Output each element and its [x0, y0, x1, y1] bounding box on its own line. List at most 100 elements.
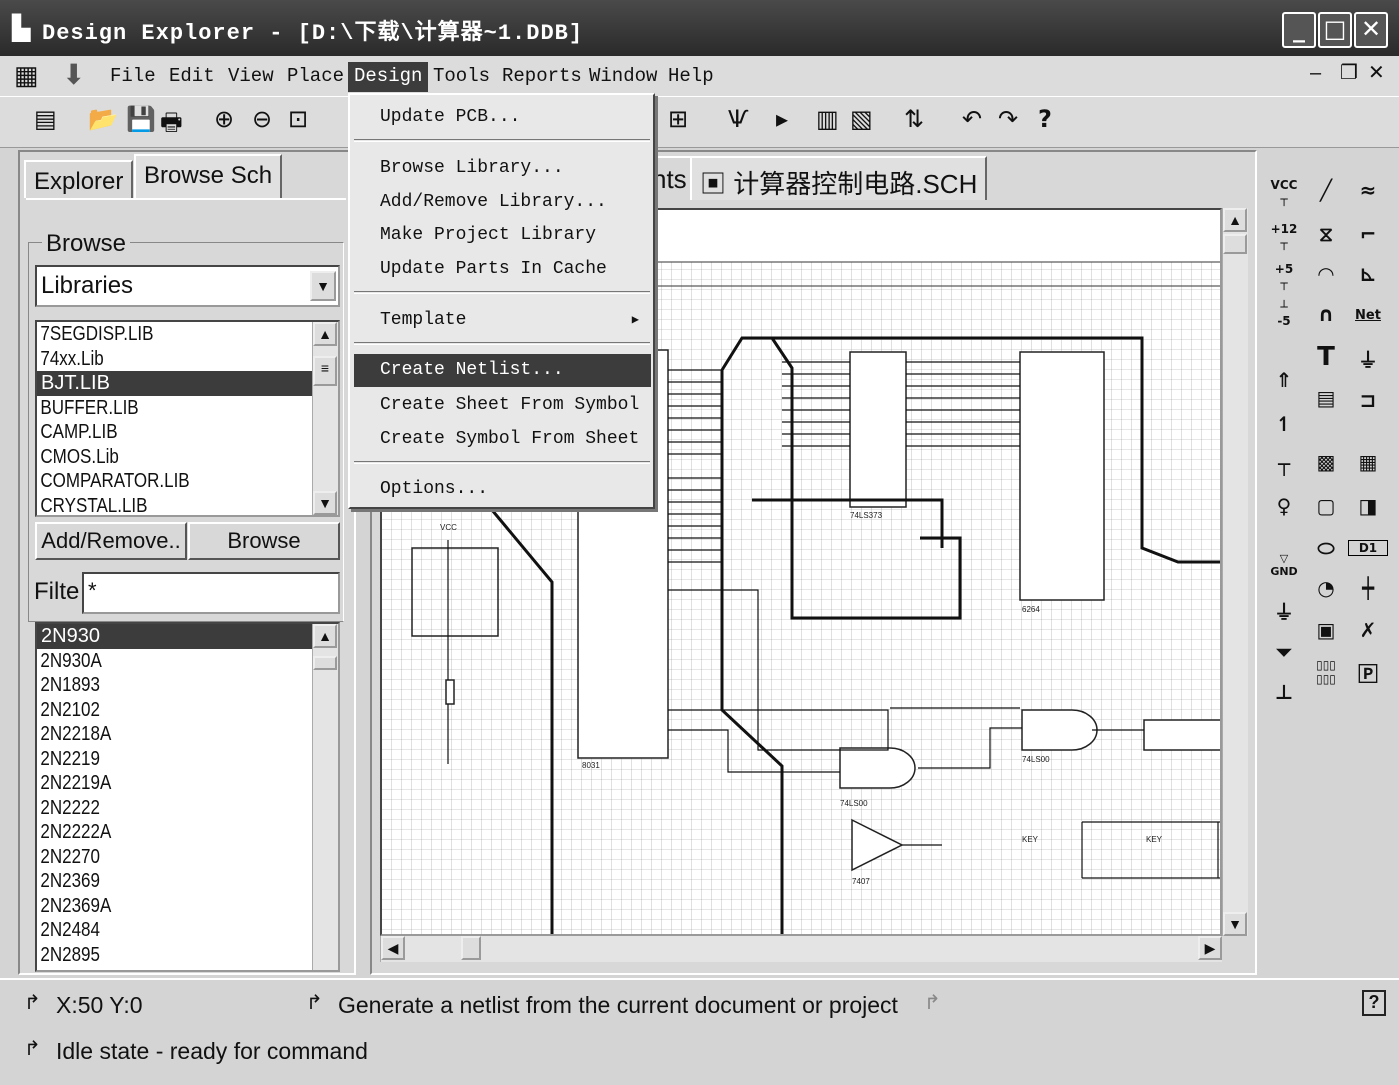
- vcc-power-icon[interactable]: VCC ┬: [1264, 178, 1304, 206]
- list-item[interactable]: CAMP.LIB: [37, 420, 273, 445]
- doc-minimize-icon[interactable]: –: [1310, 62, 1321, 85]
- menu-file[interactable]: File: [104, 62, 162, 92]
- bus-entry-icon[interactable]: ≈: [1348, 178, 1388, 202]
- list-item[interactable]: 2N2369: [37, 869, 273, 894]
- list-item[interactable]: 2N2270: [37, 845, 273, 870]
- chevron-down-icon[interactable]: ▼: [310, 271, 336, 301]
- menu-design[interactable]: Design: [348, 62, 429, 92]
- browse-select[interactable]: Libraries ▼: [35, 265, 340, 307]
- text-icon[interactable]: T: [1306, 342, 1346, 372]
- pcb-layout-icon[interactable]: 🄿: [1348, 658, 1388, 687]
- wave-power-icon[interactable]: ↿: [1264, 412, 1304, 436]
- design-manager-icon[interactable]: ▤: [34, 105, 57, 133]
- ground-icon[interactable]: ⏚: [1348, 344, 1388, 373]
- menu-help[interactable]: Help: [662, 62, 720, 92]
- list-item[interactable]: 2N2102: [37, 698, 273, 723]
- junction-icon[interactable]: ┿: [1348, 576, 1388, 600]
- line-icon[interactable]: ╱: [1306, 178, 1346, 202]
- doc-close-icon[interactable]: ✕: [1368, 60, 1385, 85]
- arrow-power-icon[interactable]: ⇑: [1264, 368, 1304, 392]
- open-folder-icon[interactable]: 📂: [88, 105, 118, 133]
- close-button[interactable]: ✕: [1354, 12, 1388, 48]
- menu-reports[interactable]: Reports: [496, 62, 588, 92]
- bezier-icon[interactable]: ∩: [1306, 302, 1346, 326]
- zoom-out-icon[interactable]: ⊖: [252, 105, 272, 133]
- scroll-left-icon[interactable]: ◀: [381, 936, 405, 960]
- graphic-icon[interactable]: ▣: [1306, 618, 1346, 642]
- menu-item-template[interactable]: Template ▶: [354, 304, 651, 337]
- sheet-entry-icon[interactable]: ◨: [1348, 494, 1388, 518]
- port-icon[interactable]: D1: [1348, 540, 1388, 556]
- array-icon[interactable]: ▯▯▯ ▯▯▯: [1306, 658, 1346, 686]
- list-item[interactable]: 2N2218A: [37, 722, 273, 747]
- scroll-thumb[interactable]: [313, 656, 337, 670]
- list-item[interactable]: COMPARATOR.LIB: [37, 469, 273, 494]
- help-icon[interactable]: ?: [1362, 990, 1386, 1016]
- list-item[interactable]: 2N2369A: [37, 894, 273, 919]
- list-item[interactable]: BJT.LIB: [37, 371, 315, 396]
- menu-item-update-pcb[interactable]: Update PCB...: [354, 101, 651, 134]
- doc-restore-icon[interactable]: ❐: [1340, 60, 1358, 85]
- zoom-fit-icon[interactable]: ⊡: [288, 105, 308, 133]
- list-item[interactable]: 2N930A: [37, 649, 273, 674]
- print-icon[interactable]: 🖶: [160, 105, 183, 146]
- menu-item-update-parts-in-cache[interactable]: Update Parts In Cache: [354, 253, 651, 286]
- scroll-up-icon[interactable]: ▲: [1223, 208, 1247, 232]
- library-scrollbar[interactable]: ▲ ≡ ▼: [312, 322, 338, 515]
- scroll-up-icon[interactable]: ▲: [313, 624, 337, 648]
- list-item[interactable]: 7SEGDISP.LIB: [37, 322, 273, 347]
- zoom-in-icon[interactable]: ⊕: [214, 105, 234, 133]
- rectangle-icon[interactable]: ▩: [1306, 450, 1346, 474]
- scroll-up-icon[interactable]: ▲: [313, 322, 337, 346]
- arc-icon[interactable]: ◠: [1306, 262, 1346, 286]
- tab-browse-sch[interactable]: Browse Sch: [134, 154, 283, 200]
- bar-power-icon[interactable]: ┬: [1264, 452, 1304, 476]
- scroll-down-icon[interactable]: ▼: [313, 491, 337, 515]
- save-icon[interactable]: 💾: [126, 105, 156, 133]
- scroll-down-icon[interactable]: ▼: [1223, 912, 1247, 936]
- no-erc-icon[interactable]: ✗: [1348, 618, 1388, 642]
- list-item[interactable]: 74xx.Lib: [37, 347, 273, 372]
- menu-window[interactable]: Window: [583, 62, 663, 92]
- align-icon[interactable]: ⇅: [904, 105, 924, 133]
- help-icon[interactable]: ?: [1038, 105, 1052, 133]
- parts-scrollbar[interactable]: ▲: [312, 624, 338, 970]
- run-icon[interactable]: ▸: [776, 105, 788, 133]
- redo-icon[interactable]: ↷: [998, 105, 1018, 133]
- maximize-button[interactable]: □: [1318, 12, 1352, 48]
- horizontal-scrollbar[interactable]: ◀ ▶: [380, 936, 1222, 962]
- list-item[interactable]: 2N1893: [37, 673, 273, 698]
- component-icon[interactable]: ⊞: [668, 105, 688, 133]
- menu-item-make-project-library[interactable]: Make Project Library: [354, 219, 651, 252]
- tab-schematic[interactable]: ▣ 计算器控制电路.SCH: [690, 156, 988, 200]
- bus-icon[interactable]: ⌐: [1348, 222, 1388, 246]
- minus5-power-icon[interactable]: ┴ -5: [1264, 300, 1304, 328]
- probe-icon[interactable]: Ѱ: [728, 105, 749, 133]
- pie-icon[interactable]: ◔: [1306, 576, 1346, 600]
- menu-item-create-sheet-from-symbol[interactable]: Create Sheet From Symbol: [354, 389, 651, 422]
- earth-icon[interactable]: ⏷: [1264, 640, 1304, 664]
- library-list[interactable]: 7SEGDISP.LIB 74xx.Lib BJT.LIB BUFFER.LIB CAM…: [35, 320, 340, 517]
- wire-entry-icon[interactable]: ⊾: [1348, 262, 1388, 286]
- library-icon[interactable]: ▥: [816, 105, 839, 133]
- menu-view[interactable]: View: [222, 62, 280, 92]
- menu-item-add-remove-library[interactable]: Add/Remove Library...: [354, 186, 651, 219]
- menu-place[interactable]: Place: [281, 62, 350, 92]
- part-icon[interactable]: ⊐: [1348, 388, 1388, 412]
- list-item[interactable]: 2N2222: [37, 796, 273, 821]
- menu-edit[interactable]: Edit: [163, 62, 221, 92]
- ellipse-icon[interactable]: ⬭: [1306, 536, 1346, 560]
- list-item[interactable]: BUFFER.LIB: [37, 396, 273, 421]
- list-item[interactable]: 2N2895: [37, 943, 273, 968]
- signal-ground-icon[interactable]: ⏚: [1264, 596, 1304, 625]
- vertical-scrollbar[interactable]: ▲ ▼: [1222, 208, 1248, 936]
- list-item[interactable]: CRYSTAL.LIB: [37, 494, 273, 516]
- sheet-symbol-icon[interactable]: ▦: [1348, 450, 1388, 474]
- scroll-thumb[interactable]: [461, 936, 481, 960]
- arrow-down-icon[interactable]: ⬇: [62, 58, 85, 91]
- scroll-thumb[interactable]: ≡: [313, 356, 337, 386]
- menu-item-options[interactable]: Options...: [354, 473, 651, 506]
- parts-list[interactable]: 2N930 2N930A 2N1893 2N2102 2N2218A 2N2219 2N22…: [35, 622, 340, 972]
- text-frame-icon[interactable]: ▤: [1306, 386, 1346, 410]
- add-remove-button[interactable]: Add/Remove..: [35, 522, 187, 560]
